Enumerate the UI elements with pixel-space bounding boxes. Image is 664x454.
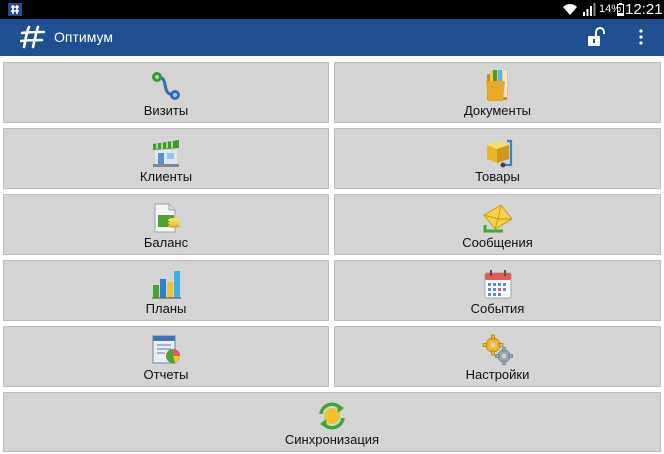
reports-button[interactable]: Отчеты — [3, 326, 329, 387]
documents-label: Документы — [463, 103, 531, 118]
balance-label: Баланс — [143, 235, 189, 250]
clients-icon — [153, 140, 179, 167]
main-menu-grid: Визиты Документы Клиенты Товары Баланс С… — [0, 56, 664, 454]
balance-icon — [154, 203, 180, 233]
battery-icon — [617, 3, 624, 16]
sync-icon — [319, 402, 345, 430]
documents-icon — [485, 70, 508, 101]
signal-icon — [583, 3, 596, 16]
plans-button[interactable]: Планы — [3, 260, 329, 321]
visits-icon — [152, 72, 180, 100]
goods-button[interactable]: Товары — [334, 128, 661, 189]
events-label: События — [470, 301, 525, 316]
gear-icon — [482, 334, 513, 365]
messages-button[interactable]: Сообщения — [334, 194, 661, 255]
settings-label: Настройки — [465, 367, 530, 382]
unlock-icon[interactable] — [587, 27, 605, 47]
clients-label: Клиенты — [139, 169, 193, 184]
events-button[interactable]: События — [334, 260, 661, 321]
messages-icon — [482, 204, 513, 233]
clock: 12:21 — [625, 1, 663, 18]
visits-button[interactable]: Визиты — [3, 62, 329, 123]
documents-button[interactable]: Документы — [334, 62, 661, 123]
goods-label: Товары — [475, 169, 520, 184]
goods-icon — [486, 139, 512, 168]
action-bar: Оптимум — [0, 19, 664, 56]
reports-label: Отчеты — [143, 367, 189, 382]
app-notification-icon — [8, 3, 22, 16]
wifi-icon — [563, 4, 577, 15]
reports-icon — [152, 335, 180, 364]
calendar-icon — [484, 270, 511, 299]
app-title: Оптимум — [54, 29, 113, 45]
plans-label: Планы — [145, 301, 187, 316]
status-bar: 14% 12:21 — [0, 0, 664, 19]
settings-button[interactable]: Настройки — [334, 326, 661, 387]
overflow-menu-icon[interactable] — [637, 28, 645, 46]
sync-button[interactable]: Синхронизация — [3, 392, 661, 452]
app-logo-icon[interactable] — [20, 25, 46, 49]
messages-label: Сообщения — [462, 235, 533, 250]
visits-label: Визиты — [143, 103, 189, 118]
clients-button[interactable]: Клиенты — [3, 128, 329, 189]
plans-icon — [152, 271, 181, 299]
balance-button[interactable]: Баланс — [3, 194, 329, 255]
sync-label: Синхронизация — [284, 432, 380, 447]
